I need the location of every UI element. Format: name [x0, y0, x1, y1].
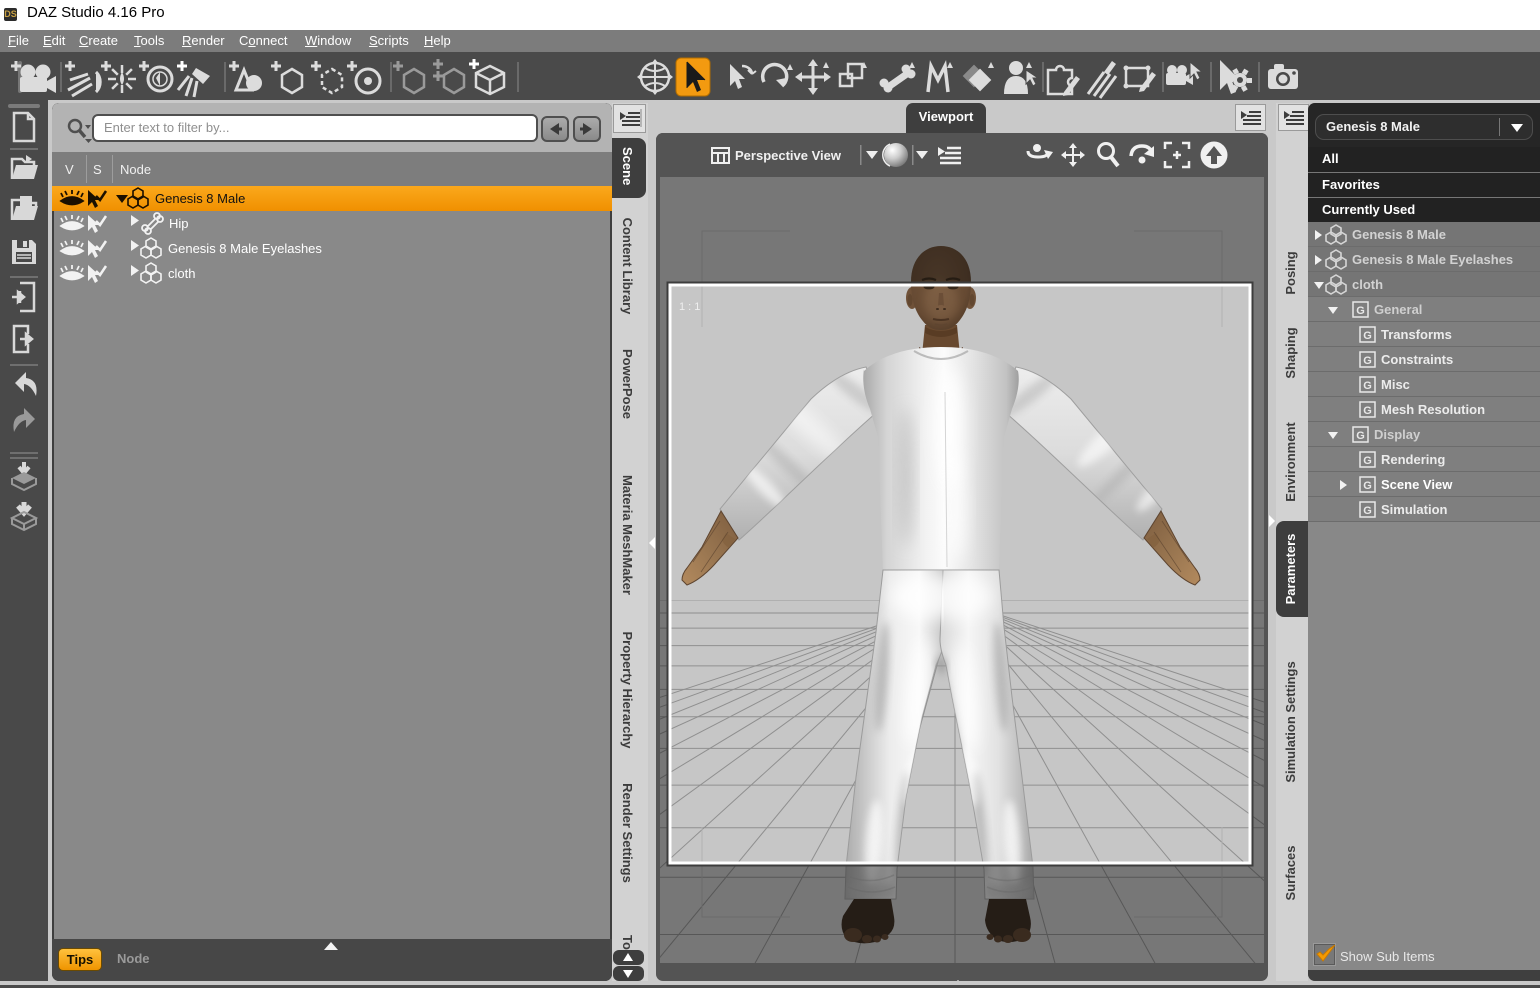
svg-text:G: G [1363, 330, 1372, 342]
svg-text:1 : 1: 1 : 1 [679, 301, 700, 313]
svg-text:G: G [1363, 505, 1372, 517]
svg-text:G: G [1363, 480, 1372, 492]
svg-text:Perspective View: Perspective View [735, 148, 842, 163]
svg-text:G: G [1363, 380, 1372, 392]
svg-text:G: G [1363, 455, 1372, 467]
svg-text:G: G [1356, 305, 1365, 317]
svg-text:G: G [1356, 430, 1365, 442]
svg-text:G: G [1363, 355, 1372, 367]
svg-text:G: G [1363, 405, 1372, 417]
